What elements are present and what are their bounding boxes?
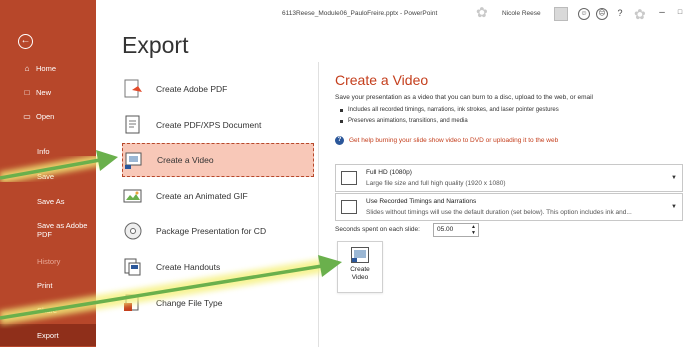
option-change-file-type[interactable]: Change File Type <box>122 286 314 320</box>
cd-icon <box>122 220 144 242</box>
video-bullet: Includes all recorded timings, narration… <box>340 107 559 113</box>
option-create-a-video[interactable]: Create a Video <box>122 143 314 177</box>
seconds-label: Seconds spent on each slide: <box>335 226 420 233</box>
file-type-icon <box>122 292 144 314</box>
option-package-presentation-cd[interactable]: Package Presentation for CD <box>122 214 314 248</box>
option-create-handouts[interactable]: Create Handouts <box>122 250 314 284</box>
chevron-down-icon: ▼ <box>671 175 677 181</box>
video-icon <box>351 247 369 263</box>
backstage-nav: ← ⌂ Home □ New ▭ Open Info Save Save As … <box>0 0 96 347</box>
help-icon[interactable]: ? <box>614 8 626 20</box>
powerpoint-backstage: ← ⌂ Home □ New ▭ Open Info Save Save As … <box>0 0 700 347</box>
leaf-decoration-icon: ✿ <box>634 6 646 22</box>
nav-item-save-as[interactable]: Save As <box>0 193 96 209</box>
leaf-decoration-icon: ✿ <box>476 4 488 20</box>
pdf-xps-icon <box>122 114 144 136</box>
user-name[interactable]: Nicole Reese <box>502 10 541 17</box>
nav-item-save-as-adobe-pdf[interactable]: Save as Adobe PDF <box>0 221 96 247</box>
create-video-button[interactable]: Create Video <box>337 241 383 293</box>
video-icon <box>123 149 145 171</box>
nav-item-share[interactable]: Share <box>0 302 96 318</box>
smiley-icon[interactable]: ☺ <box>578 8 590 20</box>
nav-item-save[interactable]: Save <box>0 168 96 184</box>
option-create-pdf-xps[interactable]: Create PDF/XPS Document <box>122 108 314 142</box>
handouts-icon <box>122 256 144 278</box>
video-bullet: Preserves animations, transitions, and m… <box>340 118 468 124</box>
back-arrow-icon[interactable]: ← <box>18 34 33 49</box>
frown-icon[interactable]: ☹ <box>596 8 608 20</box>
section-divider <box>318 62 319 347</box>
title-bar: 6113Reese_Module06_PauloFreire.pptx - Po… <box>96 0 700 30</box>
seconds-spinner[interactable]: 05.00 ▲ ▼ <box>433 223 479 237</box>
question-mark-icon: ? <box>335 136 344 145</box>
home-icon: ⌂ <box>24 63 30 73</box>
nav-item-print[interactable]: Print <box>0 277 96 293</box>
nav-item-new[interactable]: □ New <box>0 84 96 100</box>
bullet-dot-icon <box>340 108 343 112</box>
adobe-pdf-icon <box>122 78 144 100</box>
open-folder-icon: ▭ <box>23 111 31 121</box>
help-link[interactable]: ? Get help burning your slide show video… <box>335 136 558 145</box>
timings-dropdown[interactable]: Use Recorded Timings and Narrations Slid… <box>335 193 683 221</box>
maximize-icon[interactable]: □ <box>674 8 686 20</box>
chevron-down-icon: ▼ <box>671 204 677 210</box>
document-title: 6113Reese_Module06_PauloFreire.pptx - Po… <box>282 10 438 17</box>
nav-item-home[interactable]: ⌂ Home <box>0 60 96 76</box>
video-section-title: Create a Video <box>335 72 429 88</box>
nav-item-info[interactable]: Info <box>0 143 96 159</box>
minimize-icon[interactable]: – <box>656 8 668 20</box>
hd-monitor-icon <box>341 171 357 185</box>
nav-item-export[interactable]: Export <box>0 324 96 346</box>
nav-item-history[interactable]: History <box>0 253 96 269</box>
new-doc-icon: □ <box>24 87 30 97</box>
timing-narration-icon <box>341 200 357 214</box>
page-title: Export <box>122 32 189 58</box>
video-description: Save your presentation as a video that y… <box>335 94 593 101</box>
avatar[interactable] <box>554 7 568 21</box>
gif-icon <box>122 185 144 207</box>
nav-item-open[interactable]: ▭ Open <box>0 108 96 124</box>
quality-dropdown[interactable]: Full HD (1080p) Large file size and full… <box>335 164 683 192</box>
option-create-adobe-pdf[interactable]: Create Adobe PDF <box>122 72 314 106</box>
bullet-dot-icon <box>340 119 343 123</box>
option-create-animated-gif[interactable]: Create an Animated GIF <box>122 179 314 213</box>
spinner-arrows-icon[interactable]: ▲ ▼ <box>471 224 476 236</box>
